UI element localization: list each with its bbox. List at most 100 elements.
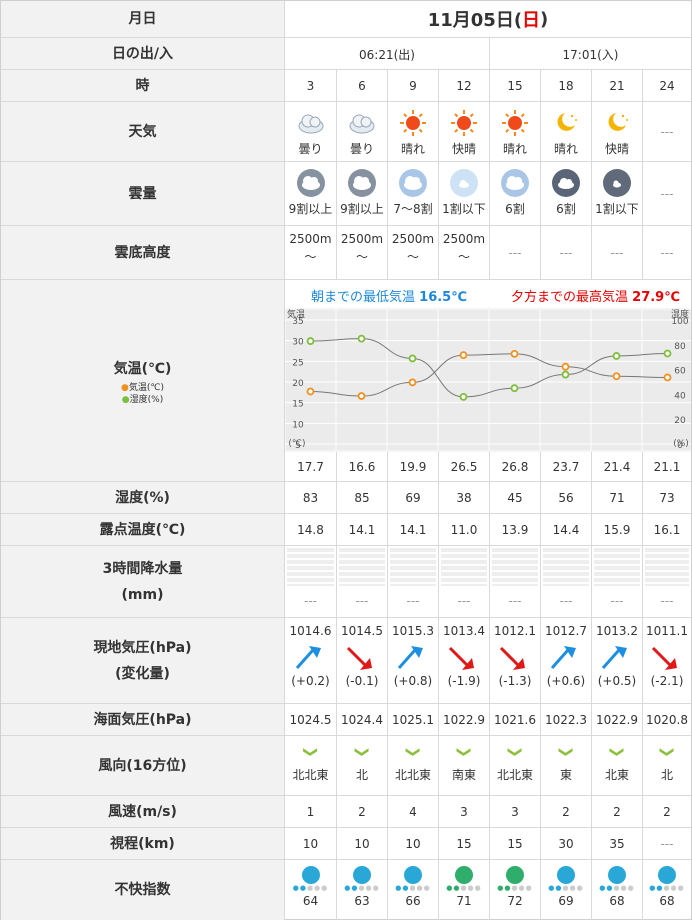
pressure-up-arrow-icon <box>397 646 423 669</box>
weather-cell: 晴れ <box>489 102 540 162</box>
wind-speed-cell: 2 <box>642 796 691 828</box>
visibility-cell: 10 <box>387 828 438 860</box>
precip-bar-area <box>543 548 589 586</box>
dew-cell: 15.9 <box>591 514 642 546</box>
ceiling-label: 雲底高度 <box>1 226 285 280</box>
precip-value: --- <box>610 594 624 608</box>
ceiling-row: 雲底高度 2500m 〜 2500m 〜 2500m 〜 2500m 〜 --- --- --- --… <box>1 225 691 280</box>
vis-label: 視程(km) <box>1 828 285 860</box>
precip-cell: --- <box>591 546 642 618</box>
cloud-label: 雲量 <box>1 162 285 226</box>
temp-cell: 23.7 <box>540 452 591 482</box>
sea-label: 海面気圧(hPa) <box>1 704 285 736</box>
precip-row: 3時間降水量 (mm) --- --- --- --- --- --- --- --- <box>1 545 691 618</box>
pressure-cell: 1014.5 (-0.1) <box>336 618 387 704</box>
dew-value: 13.9 <box>501 523 529 537</box>
discomfort-level-dots: ●●●●● <box>292 884 329 892</box>
temp-point <box>357 392 366 400</box>
sun-icon <box>502 110 528 136</box>
dew-value: 16.1 <box>653 523 681 537</box>
discomfort-face-icon <box>608 866 626 884</box>
temp-point <box>612 372 621 381</box>
ceiling-value: --- <box>610 246 624 260</box>
visibility-cell: 10 <box>336 828 387 860</box>
temp-cell: 16.6 <box>336 452 387 482</box>
cloud-icon <box>349 114 375 134</box>
pressure-value: 1014.6 <box>289 624 332 638</box>
humidity-point <box>357 334 366 343</box>
ceiling-value: 2500m <box>442 232 486 246</box>
min-temp: 朝までの最低気温 16.5℃ <box>311 290 467 305</box>
visibility-value: 10 <box>405 837 421 851</box>
visibility-cell: 10 <box>285 828 336 860</box>
discomfort-face-icon <box>455 866 473 884</box>
left-tick-label: 20 <box>292 379 304 389</box>
weather-text: 晴れ <box>553 142 578 156</box>
visibility-cell: --- <box>642 828 691 860</box>
left-tick-label: 15 <box>292 400 303 410</box>
ceiling-cell: 2500m 〜 <box>438 226 489 280</box>
sunset-time: 17:01(入) <box>489 38 691 70</box>
pressure-change: (+0.6) <box>546 674 586 688</box>
sea-row: 海面気圧(hPa) 1024.5 1024.4 1025.1 1022.9 1021.6… <box>1 703 691 736</box>
humidity-value: 73 <box>659 491 675 505</box>
pressure-change: (+0.5) <box>597 674 637 688</box>
cloud-cell: 6割 <box>489 162 540 226</box>
dew-value: 15.9 <box>603 523 631 537</box>
sunrise-time: 06:21(出) <box>359 47 415 62</box>
minmax-line: 朝までの最低気温 16.5℃ 夕方までの最高気温 27.9℃ <box>285 280 691 308</box>
temp-value: 19.9 <box>399 460 427 474</box>
ceiling-value: --- <box>660 246 674 260</box>
pressure-change: (-1.3) <box>498 674 532 688</box>
precip-bar-area <box>390 548 436 586</box>
discomfort-value: 71 <box>456 894 472 908</box>
wind-arrow-icon: ❯ <box>659 746 675 758</box>
discomfort-level-dots: ●●●●● <box>344 884 380 892</box>
wind-speed-value: 2 <box>358 805 366 819</box>
wind-arrow-icon: ❯ <box>609 746 625 758</box>
weather-text: 快晴 <box>604 142 629 156</box>
ceiling-value: 2500m <box>289 232 332 246</box>
temp-cell: 21.4 <box>591 452 642 482</box>
pressure-row: 現地気圧(hPa) (変化量) 1014.6 (+0.2) 1014.5 (-0.1) 1… <box>1 617 691 704</box>
temp-cell: 26.8 <box>489 452 540 482</box>
weather-text: --- <box>660 125 674 139</box>
discomfort-level-dots: ●●●●● <box>497 884 533 892</box>
pressure-up-arrow-icon <box>550 646 576 669</box>
cloud-text: 9割以上 <box>340 202 384 216</box>
cloud-text: 9割以上 <box>288 202 333 216</box>
visibility-value: 15 <box>507 837 523 851</box>
precip-value: --- <box>355 594 369 608</box>
discomfort-value: 68 <box>659 894 675 908</box>
left-tick-label: 30 <box>292 338 304 348</box>
precip-cell: --- <box>438 546 489 618</box>
discomfort-cell: ●●●●● 68 <box>642 860 691 920</box>
cloud-cell: 9割以上 <box>285 162 336 226</box>
temp-row: 気温(℃) ●気温(℃) ●湿度(%) 朝までの最低気温 16.5℃ 夕方までの… <box>1 279 691 482</box>
pressure-value: 1014.5 <box>341 624 383 638</box>
dew-cell: 13.9 <box>489 514 540 546</box>
precip-cell: --- <box>285 546 336 618</box>
dew-value: 14.1 <box>399 523 427 537</box>
precip-label: 3時間降水量 (mm) <box>1 546 285 618</box>
temp-value: 21.1 <box>653 460 681 474</box>
weather-text: 快晴 <box>451 142 476 156</box>
wind-cell: ❯ 北 <box>336 736 387 796</box>
weather-text: 晴れ <box>502 142 527 156</box>
date-label: 月日 <box>1 1 285 37</box>
wind-arrow-icon: ❯ <box>558 746 574 758</box>
humidity-point <box>561 370 570 379</box>
visibility-cell: 30 <box>540 828 591 860</box>
wind-row: 風向(16方位) ❯ 北北東 ❯ 北 ❯ 北北東 ❯ 南東 ❯ 北北東 ❯ 東 ❯ 北東 ❯ 北 <box>1 735 691 796</box>
humidity-point <box>306 337 315 345</box>
cloud-text: 1割以下 <box>442 202 486 216</box>
sea-pressure-value: 1025.1 <box>392 713 434 727</box>
humidity-value: 45 <box>507 491 523 505</box>
temp-area: 朝までの最低気温 16.5℃ 夕方までの最高気温 27.9℃ 35 30 25 20 1… <box>285 280 691 482</box>
sea-pressure-value: 1022.3 <box>545 713 587 727</box>
weather-cell: --- <box>642 102 691 162</box>
discomfort-face-icon <box>506 866 524 884</box>
temp-cell: 21.1 <box>642 452 691 482</box>
wind-cell: ❯ 北 <box>642 736 691 796</box>
precip-bar-area <box>645 548 689 586</box>
